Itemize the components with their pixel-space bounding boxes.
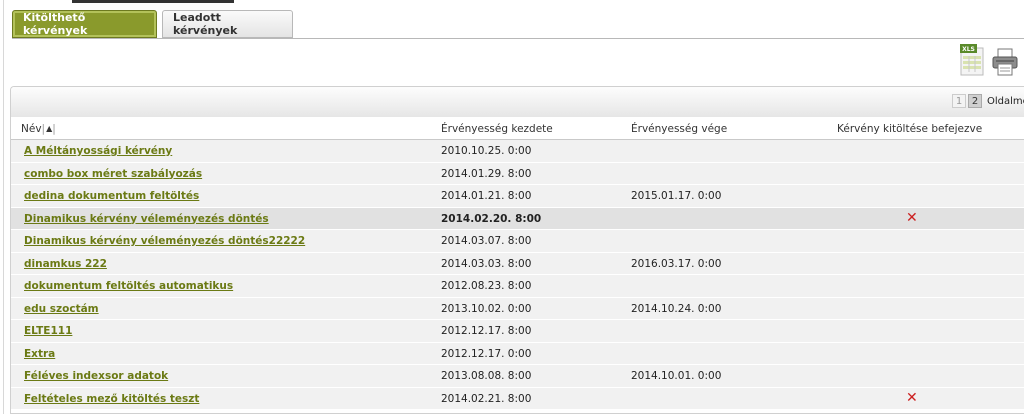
tab-bar: Kitölthető kérvények Leadott kérvények	[12, 10, 293, 39]
end-date: 2016.03.17. 0:00	[631, 257, 722, 270]
request-name-link[interactable]: combo box méret szabályozás	[24, 168, 202, 180]
start-date: 2012.08.23. 8:00	[441, 280, 532, 292]
request-name-link[interactable]: Dinamikus kérvény véleményezés döntés	[24, 213, 269, 225]
print-icon[interactable]	[992, 48, 1018, 76]
table-row[interactable]: dinamkus 222 2014.03.03. 8:00 2016.03.17…	[11, 252, 1024, 275]
start-date: 2012.12.17. 0:00	[441, 347, 532, 360]
end-date: 2014.10.01. 0:00	[631, 370, 722, 382]
column-header-done[interactable]: Kérvény kitöltése befejezve	[837, 123, 982, 135]
table-row[interactable]: Féléves indexsor adatok 2013.08.08. 8:00…	[11, 365, 1024, 388]
start-date: 2014.01.29. 8:00	[441, 167, 532, 180]
start-date: 2013.10.02. 0:00	[441, 302, 532, 315]
column-separator: |	[52, 123, 56, 135]
request-name-link[interactable]: A Méltányossági kérvény	[24, 145, 172, 157]
start-date: 2012.12.17. 8:00	[441, 325, 532, 337]
tab-fillable-requests[interactable]: Kitölthető kérvények	[12, 10, 157, 38]
table-row[interactable]: ELTE111 2012.12.17. 8:00	[11, 320, 1024, 343]
grid-header: Név|▲| Érvényesség kezdete Érvényesség v…	[11, 117, 1024, 140]
column-header-end[interactable]: Érvényesség vége	[631, 123, 727, 135]
request-name-link[interactable]: Extra	[24, 348, 55, 360]
table-row[interactable]: A Méltányossági kérvény 2010.10.25. 0:00	[11, 140, 1024, 163]
start-date: 2014.03.03. 8:00	[441, 257, 532, 270]
start-date: 2014.01.21. 8:00	[441, 190, 532, 202]
table-row[interactable]: Dinamikus kérvény véleményezés döntés222…	[11, 230, 1024, 253]
start-date: 2014.02.20. 8:00	[441, 212, 542, 225]
column-header-name-label: Név	[21, 123, 42, 135]
end-date: 2014.10.24. 0:00	[631, 302, 722, 315]
requests-grid: 1 2 Oldalme Név|▲| Érvényesség kezdete É…	[10, 86, 1024, 414]
xls-label: XLS	[962, 46, 975, 53]
tab-underline	[12, 38, 1024, 39]
table-row[interactable]: Feltételes mező kitöltés teszt 2014.02.2…	[11, 387, 1024, 410]
request-name-link[interactable]: ELTE111	[24, 325, 72, 337]
start-date: 2010.10.25. 0:00	[441, 145, 532, 157]
grid-body: A Méltányossági kérvény 2010.10.25. 0:00…	[11, 140, 1024, 410]
start-date: 2014.03.07. 8:00	[441, 235, 532, 247]
tab-submitted-requests[interactable]: Leadott kérvények	[162, 10, 293, 38]
pager: 1 2 Oldalme	[952, 94, 1024, 108]
column-separator: |	[41, 123, 46, 135]
top-bar-stub	[72, 0, 234, 3]
grid-toolbar: 1 2 Oldalme	[11, 87, 1024, 117]
table-row[interactable]: dedina dokumentum feltöltés 2014.01.21. …	[11, 185, 1024, 208]
end-date: 2015.01.17. 0:00	[631, 190, 722, 202]
table-row[interactable]: edu szoctám 2013.10.02. 0:00 2014.10.24.…	[11, 297, 1024, 320]
table-row[interactable]: combo box méret szabályozás 2014.01.29. …	[11, 162, 1024, 185]
request-name-link[interactable]: Feltételes mező kitöltés teszt	[24, 393, 199, 405]
request-name-link[interactable]: dedina dokumentum feltöltés	[24, 190, 199, 202]
page-1-button[interactable]: 1	[952, 94, 966, 108]
request-name-link[interactable]: dinamkus 222	[24, 258, 107, 270]
column-header-start[interactable]: Érvényesség kezdete	[441, 123, 553, 135]
xls-export-icon[interactable]: XLS	[960, 44, 984, 76]
request-name-link[interactable]: Féléves indexsor adatok	[24, 370, 168, 382]
table-row[interactable]: Dinamikus kérvény véleményezés döntés 20…	[11, 207, 1024, 230]
page-2-button[interactable]: 2	[968, 94, 982, 108]
table-row[interactable]: dokumentum feltöltés automatikus 2012.08…	[11, 275, 1024, 298]
request-name-link[interactable]: Dinamikus kérvény véleményezés döntés222…	[24, 235, 305, 247]
table-row[interactable]: Extra 2012.12.17. 0:00	[11, 342, 1024, 365]
completed-cross-icon: ✕	[906, 389, 918, 406]
completed-cross-icon: ✕	[906, 209, 918, 226]
start-date: 2014.02.21. 8:00	[441, 392, 532, 405]
pager-label: Oldalme	[987, 95, 1024, 107]
column-header-name[interactable]: Név|▲|	[21, 123, 56, 135]
request-name-link[interactable]: edu szoctám	[24, 303, 99, 315]
start-date: 2013.08.08. 8:00	[441, 370, 532, 382]
request-name-link[interactable]: dokumentum feltöltés automatikus	[24, 280, 233, 292]
left-divider	[3, 0, 4, 414]
